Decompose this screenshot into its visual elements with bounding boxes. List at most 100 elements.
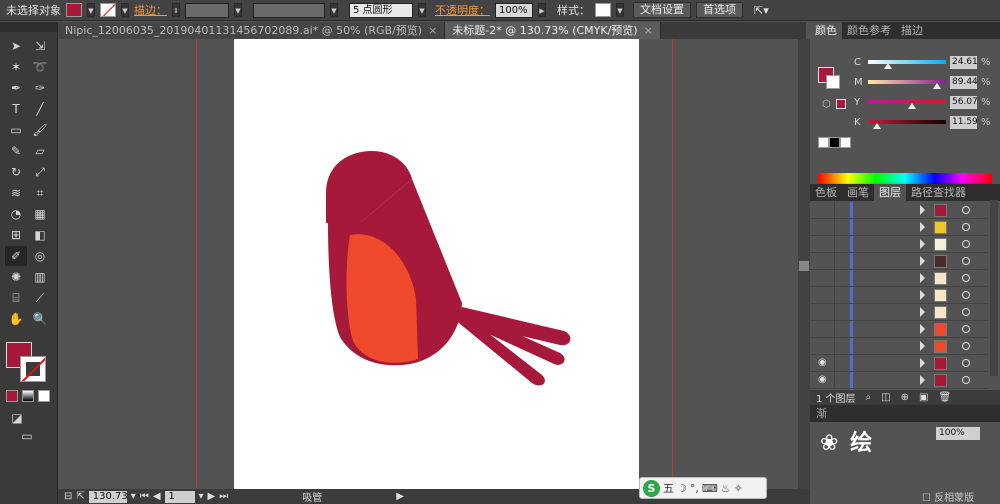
tab-document-1[interactable]: Nipic_12006035_20190401131456702089.ai* … bbox=[58, 22, 446, 39]
expand-arrow-icon[interactable] bbox=[920, 256, 925, 266]
target-icon[interactable] bbox=[962, 274, 970, 282]
punct-icon[interactable]: °, bbox=[690, 482, 699, 495]
none-swatch[interactable] bbox=[818, 137, 829, 148]
blend-tool-icon[interactable]: ◎ bbox=[29, 246, 51, 266]
perspective-grid-icon[interactable]: ▦ bbox=[29, 204, 51, 224]
draw-mode-icon[interactable]: ◪ bbox=[6, 408, 28, 428]
first-page-icon[interactable]: ⏮ bbox=[140, 491, 149, 502]
document-setup-button[interactable]: 文档设置 bbox=[633, 2, 691, 18]
hand-tool-icon[interactable]: ✋ bbox=[5, 309, 27, 329]
tab-stroke[interactable]: 描边 bbox=[896, 22, 928, 39]
style-swatch[interactable] bbox=[595, 3, 611, 17]
none-mode-icon[interactable] bbox=[38, 390, 50, 402]
symbol-sprayer-icon[interactable]: ✺ bbox=[5, 267, 27, 287]
last-page-icon[interactable]: ⏭ bbox=[219, 491, 228, 502]
target-icon[interactable] bbox=[962, 206, 970, 214]
target-icon[interactable] bbox=[962, 376, 970, 384]
ime-toolbar[interactable]: S 五 ☽ °, ⌨ ♨ ✧ bbox=[639, 477, 767, 499]
lock-column[interactable] bbox=[834, 355, 835, 372]
tab-color[interactable]: 颜色 bbox=[810, 22, 842, 39]
canvas-area[interactable] bbox=[58, 39, 798, 489]
keyboard-icon[interactable]: ⌨ bbox=[702, 482, 718, 495]
tab-swatches[interactable]: 色板 bbox=[810, 184, 842, 201]
tools-grip[interactable] bbox=[0, 22, 57, 32]
slider-knob[interactable] bbox=[907, 103, 916, 109]
layer-row[interactable]: ◉ bbox=[810, 372, 988, 389]
status-menu-icon[interactable]: ▶ bbox=[396, 491, 404, 502]
layer-row[interactable] bbox=[810, 304, 988, 321]
layer-row[interactable] bbox=[810, 236, 988, 253]
panel-stroke-swatch[interactable] bbox=[826, 75, 840, 89]
type-tool-icon[interactable]: T bbox=[5, 99, 27, 119]
artboard[interactable] bbox=[234, 39, 639, 489]
in-gamut-swatch[interactable] bbox=[836, 99, 846, 109]
lock-column[interactable] bbox=[834, 253, 835, 270]
delete-layer-icon[interactable]: 🗑 bbox=[938, 392, 951, 403]
rotate-tool-icon[interactable]: ↻ bbox=[5, 162, 27, 182]
locate-object-icon[interactable]: ⌕ bbox=[866, 392, 872, 403]
zoom-dropdown-icon[interactable]: ▾ bbox=[131, 491, 136, 502]
rectangle-tool-icon[interactable]: ▭ bbox=[5, 120, 27, 140]
stroke-dropdown[interactable]: ▼ bbox=[121, 3, 129, 17]
channel-slider[interactable] bbox=[868, 80, 946, 89]
lock-column[interactable] bbox=[834, 236, 835, 253]
channel-value-input[interactable]: 89.44 bbox=[950, 75, 978, 89]
artboard-nav-icon[interactable]: ⊟ bbox=[64, 491, 72, 502]
channel-slider[interactable] bbox=[868, 100, 946, 109]
skin-icon[interactable]: ♨ bbox=[721, 482, 731, 495]
target-icon[interactable] bbox=[962, 223, 970, 231]
gradient-tool-icon[interactable]: ◧ bbox=[29, 225, 51, 245]
lock-column[interactable] bbox=[834, 321, 835, 338]
slider-knob[interactable] bbox=[873, 123, 882, 129]
arrange-icon[interactable]: ⇱▾ bbox=[754, 4, 769, 17]
tab-pathfinder[interactable]: 路径查找器 bbox=[906, 184, 971, 201]
zoom-tool-icon[interactable]: 🔍 bbox=[29, 309, 51, 329]
black-swatch[interactable] bbox=[829, 137, 840, 148]
expand-arrow-icon[interactable] bbox=[920, 375, 925, 385]
opacity-label[interactable]: 不透明度： bbox=[435, 2, 490, 18]
layer-row[interactable] bbox=[810, 321, 988, 338]
slice-tool-icon[interactable]: ⟋ bbox=[29, 288, 51, 308]
channel-slider[interactable] bbox=[868, 60, 946, 69]
moon-icon[interactable]: ☽ bbox=[677, 482, 687, 495]
layers-scrollbar[interactable] bbox=[990, 200, 998, 376]
target-icon[interactable] bbox=[962, 240, 970, 248]
next-page-icon[interactable]: ▶ bbox=[208, 491, 216, 502]
page-dropdown-icon[interactable]: ▾ bbox=[199, 491, 204, 502]
expand-arrow-icon[interactable] bbox=[920, 205, 925, 215]
layer-row[interactable] bbox=[810, 338, 988, 355]
layer-row[interactable] bbox=[810, 287, 988, 304]
close-icon[interactable]: × bbox=[428, 24, 437, 37]
page-input[interactable]: 1 bbox=[164, 490, 195, 503]
width-tool-icon[interactable]: ≋ bbox=[5, 183, 27, 203]
free-transform-icon[interactable]: ⌗ bbox=[29, 183, 51, 203]
ime-mode[interactable]: 五 bbox=[663, 480, 674, 496]
shape-builder-icon[interactable]: ◔ bbox=[5, 204, 27, 224]
tab-brushes[interactable]: 画笔 bbox=[842, 184, 874, 201]
lock-column[interactable] bbox=[834, 338, 835, 355]
cube-icon[interactable]: ⬡ bbox=[822, 99, 831, 110]
expand-arrow-icon[interactable] bbox=[920, 239, 925, 249]
variable-width-profile[interactable] bbox=[253, 2, 325, 18]
transparency-opacity-field[interactable]: 100% bbox=[936, 427, 980, 440]
vertical-scrollbar[interactable] bbox=[798, 39, 810, 489]
target-icon[interactable] bbox=[962, 325, 970, 333]
preferences-button[interactable]: 首选项 bbox=[696, 2, 743, 18]
slider-knob[interactable] bbox=[933, 83, 942, 89]
expand-arrow-icon[interactable] bbox=[920, 222, 925, 232]
opacity-input[interactable]: 100% bbox=[495, 2, 533, 18]
zoom-input[interactable]: 130.73 bbox=[88, 490, 128, 503]
new-layer-icon[interactable]: ▣ bbox=[919, 392, 928, 403]
fill-swatch[interactable] bbox=[66, 3, 82, 17]
lock-column[interactable] bbox=[834, 287, 835, 304]
transparency-tab[interactable]: 渐 bbox=[810, 405, 1000, 422]
tab-color-guide[interactable]: 颜色参考 bbox=[842, 22, 896, 39]
white-swatch[interactable] bbox=[840, 137, 851, 148]
stroke-weight-stepper[interactable]: ⇕ bbox=[172, 3, 180, 17]
pencil-tool-icon[interactable]: ✎ bbox=[5, 141, 27, 161]
column-graph-icon[interactable]: ▥ bbox=[29, 267, 51, 287]
profile-dropdown[interactable]: ▼ bbox=[330, 3, 338, 17]
layer-row[interactable] bbox=[810, 219, 988, 236]
lock-column[interactable] bbox=[834, 219, 835, 236]
prev-page-icon[interactable]: ◀ bbox=[153, 491, 161, 502]
